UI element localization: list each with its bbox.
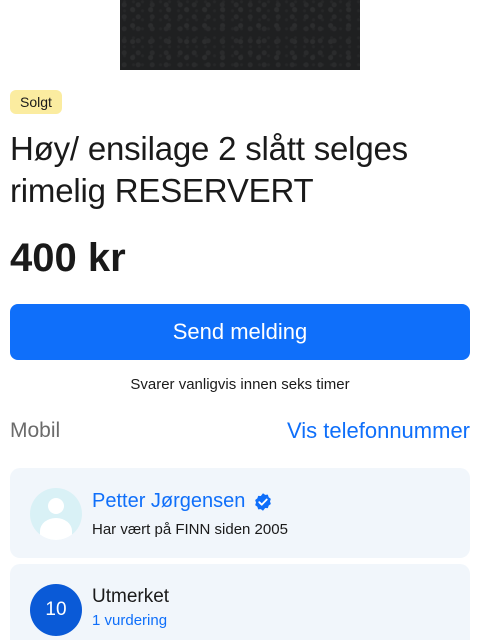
listing-title: Høy/ ensilage 2 slått selges rimelig RES… (10, 130, 408, 209)
rating-title: Utmerket (92, 586, 170, 607)
seller-name[interactable]: Petter Jørgensen (92, 490, 245, 513)
avatar-head (48, 498, 64, 514)
status-badge: Solgt (10, 90, 62, 114)
response-time-note: Svarer vanligvis innen seks timer (130, 376, 350, 393)
rating-count-link[interactable]: 1 vurdering (92, 612, 167, 629)
listing-image[interactable] (120, 0, 360, 70)
seller-name-row[interactable]: Petter Jørgensen (92, 490, 273, 513)
verified-badge-icon (255, 492, 272, 511)
rating-card[interactable]: 10 Utmerket 1 vurdering (10, 564, 470, 640)
listing-price: 400 kr (10, 236, 126, 280)
avatar-body (40, 518, 72, 540)
member-since-text: Har vært på FINN siden 2005 (92, 521, 288, 538)
avatar (30, 488, 82, 540)
mobile-label: Mobil (10, 419, 61, 442)
seller-card[interactable]: Petter Jørgensen Har vært på FINN siden … (10, 468, 470, 558)
show-phone-number-link[interactable]: Vis telefonnummer (287, 418, 470, 444)
send-message-button[interactable]: Send melding (10, 304, 470, 360)
rating-score-badge: 10 (30, 584, 82, 636)
contact-row: Mobil Vis telefonnummer (10, 418, 470, 444)
